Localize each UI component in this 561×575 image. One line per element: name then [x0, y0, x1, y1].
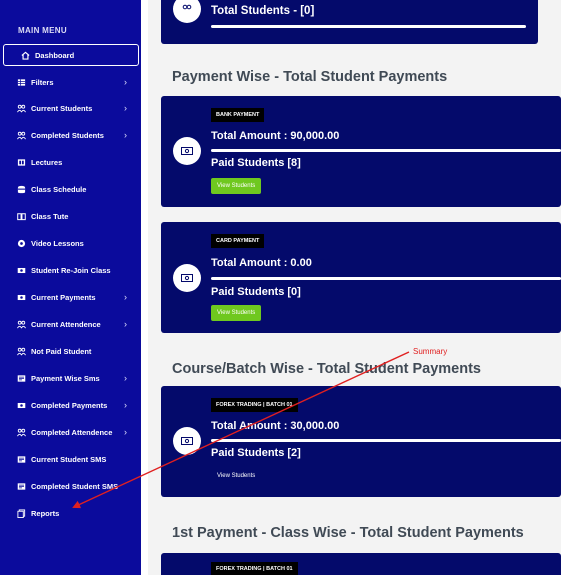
sidebar-item-label: Video Lessons: [31, 238, 84, 248]
chevron-right-icon: ›: [124, 319, 127, 329]
sidebar-item-label: Reports: [31, 508, 60, 518]
users-icon: [173, 0, 201, 23]
annotation-label: Summary: [413, 347, 448, 356]
payment-card-card: CARD PAYMENT Total Amount : 0.00 Paid St…: [161, 222, 561, 333]
paid-students: Paid Students [8]: [211, 157, 301, 169]
view-students-button[interactable]: View Students: [211, 178, 262, 194]
sidebar-item-label: Current Students: [31, 103, 93, 113]
sidebar-item-label: Filters: [31, 77, 54, 87]
sidebar-menu-title: MAIN MENU: [18, 26, 67, 35]
sidebar-item-label: Lectures: [31, 157, 63, 167]
money-icon: [16, 292, 26, 302]
sms-icon: [16, 373, 26, 383]
progress-bar: [211, 439, 561, 442]
sidebar-item-completed-attendence[interactable]: Completed Attendence ›: [0, 421, 141, 443]
money-icon: [16, 400, 26, 410]
section-title-payment-wise: Payment Wise - Total Student Payments: [172, 69, 448, 85]
sms-icon: [16, 481, 26, 491]
play-icon: [16, 238, 26, 248]
sidebar-item-current-student-sms[interactable]: Current Student SMS: [0, 448, 141, 470]
total-students-title: Total Students - [0]: [211, 5, 315, 17]
book-icon: [16, 157, 26, 167]
course-batch-tag: FOREX TRADING | BATCH 01: [211, 398, 298, 412]
sidebar-item-label: Current Attendence: [31, 319, 101, 329]
sidebar-item-label: Class Tute: [31, 211, 69, 221]
sidebar-item-dashboard[interactable]: Dashboard: [3, 44, 139, 66]
sidebar-item-completed-payments[interactable]: Completed Payments ›: [0, 394, 141, 416]
sidebar-item-current-payments[interactable]: Current Payments ›: [0, 286, 141, 308]
sidebar-item-class-tute[interactable]: Class Tute: [0, 205, 141, 227]
schedule-icon: [16, 184, 26, 194]
total-amount: Total Amount : 90,000.00: [211, 130, 340, 142]
section-title-first-payment-class-wise: 1st Payment - Class Wise - Total Student…: [172, 525, 524, 541]
chevron-right-icon: ›: [124, 373, 127, 383]
money-icon: [173, 137, 201, 165]
users-icon: [16, 427, 26, 437]
users-icon: [16, 346, 26, 356]
sidebar-item-class-schedule[interactable]: Class Schedule: [0, 178, 141, 200]
paid-students: Paid Students [0]: [211, 286, 301, 298]
chevron-right-icon: ›: [124, 427, 127, 437]
total-amount: Total Amount : 30,000.00: [211, 420, 340, 432]
sidebar-item-video-lessons[interactable]: Video Lessons: [0, 232, 141, 254]
paid-students: Paid Students [2]: [211, 447, 301, 459]
sidebar-item-reports[interactable]: Reports: [0, 502, 141, 524]
sidebar-item-label: Completed Students: [31, 130, 104, 140]
filter-icon: [16, 77, 26, 87]
main-content: Total Students - [0] Payment Wise - Tota…: [148, 0, 561, 575]
sidebar-item-label: Student Re-Join Class: [31, 265, 111, 275]
sidebar-item-not-paid-student[interactable]: Not Paid Student: [0, 340, 141, 362]
chevron-right-icon: ›: [124, 400, 127, 410]
sidebar-item-label: Current Student SMS: [31, 454, 107, 464]
progress-bar: [211, 25, 526, 28]
chevron-right-icon: ›: [124, 77, 127, 87]
app-window: MAIN MENU Dashboard Filters › Current St…: [0, 0, 561, 575]
sidebar-item-current-students[interactable]: Current Students ›: [0, 97, 141, 119]
section-title-course-batch-wise: Course/Batch Wise - Total Student Paymen…: [172, 361, 481, 377]
chevron-right-icon: ›: [124, 130, 127, 140]
chevron-right-icon: ›: [124, 103, 127, 113]
sidebar-item-lectures[interactable]: Lectures: [0, 151, 141, 173]
sidebar-divider: [141, 0, 148, 575]
total-amount: Total Amount : 0.00: [211, 257, 312, 269]
home-icon: [20, 50, 30, 60]
progress-bar: [211, 277, 561, 280]
total-students-card: Total Students - [0]: [161, 0, 538, 44]
progress-bar: [211, 149, 561, 152]
money-icon: [173, 427, 201, 455]
course-batch-tag: FOREX TRADING | BATCH 01: [211, 562, 298, 575]
sidebar-item-completed-students[interactable]: Completed Students ›: [0, 124, 141, 146]
view-students-button[interactable]: View Students: [211, 305, 262, 321]
course-batch-card: FOREX TRADING | BATCH 01 Total Amount : …: [161, 386, 561, 497]
view-students-button[interactable]: View Students: [211, 468, 261, 484]
report-icon: [16, 508, 26, 518]
sidebar-item-label: Current Payments: [31, 292, 96, 302]
users-icon: [16, 103, 26, 113]
users-icon: [16, 319, 26, 329]
sidebar-item-payment-wise-sms[interactable]: Payment Wise Sms ›: [0, 367, 141, 389]
sidebar: MAIN MENU Dashboard Filters › Current St…: [0, 0, 141, 575]
sidebar-item-completed-student-sms[interactable]: Completed Student SMS: [0, 475, 141, 497]
sidebar-item-label: Class Schedule: [31, 184, 87, 194]
payment-type-tag: CARD PAYMENT: [211, 234, 265, 248]
sms-icon: [16, 454, 26, 464]
sidebar-item-current-attendence[interactable]: Current Attendence ›: [0, 313, 141, 335]
sidebar-item-label: Dashboard: [35, 50, 75, 60]
chevron-right-icon: ›: [124, 292, 127, 302]
sidebar-item-label: Completed Attendence: [31, 427, 113, 437]
sidebar-item-label: Completed Payments: [31, 400, 108, 410]
sidebar-item-student-re-join-class[interactable]: Student Re-Join Class: [0, 259, 141, 281]
sidebar-item-label: Payment Wise Sms: [31, 373, 100, 383]
sidebar-item-filters[interactable]: Filters ›: [0, 71, 141, 93]
money-icon: [16, 265, 26, 275]
book-open-icon: [16, 211, 26, 221]
payment-card-bank: BANK PAYMENT Total Amount : 90,000.00 Pa…: [161, 96, 561, 207]
sidebar-item-label: Not Paid Student: [31, 346, 92, 356]
payment-type-tag: BANK PAYMENT: [211, 108, 265, 122]
sidebar-item-label: Completed Student SMS: [31, 481, 119, 491]
class-wise-card: FOREX TRADING | BATCH 01: [161, 553, 561, 575]
money-icon: [173, 264, 201, 292]
users-icon: [16, 130, 26, 140]
